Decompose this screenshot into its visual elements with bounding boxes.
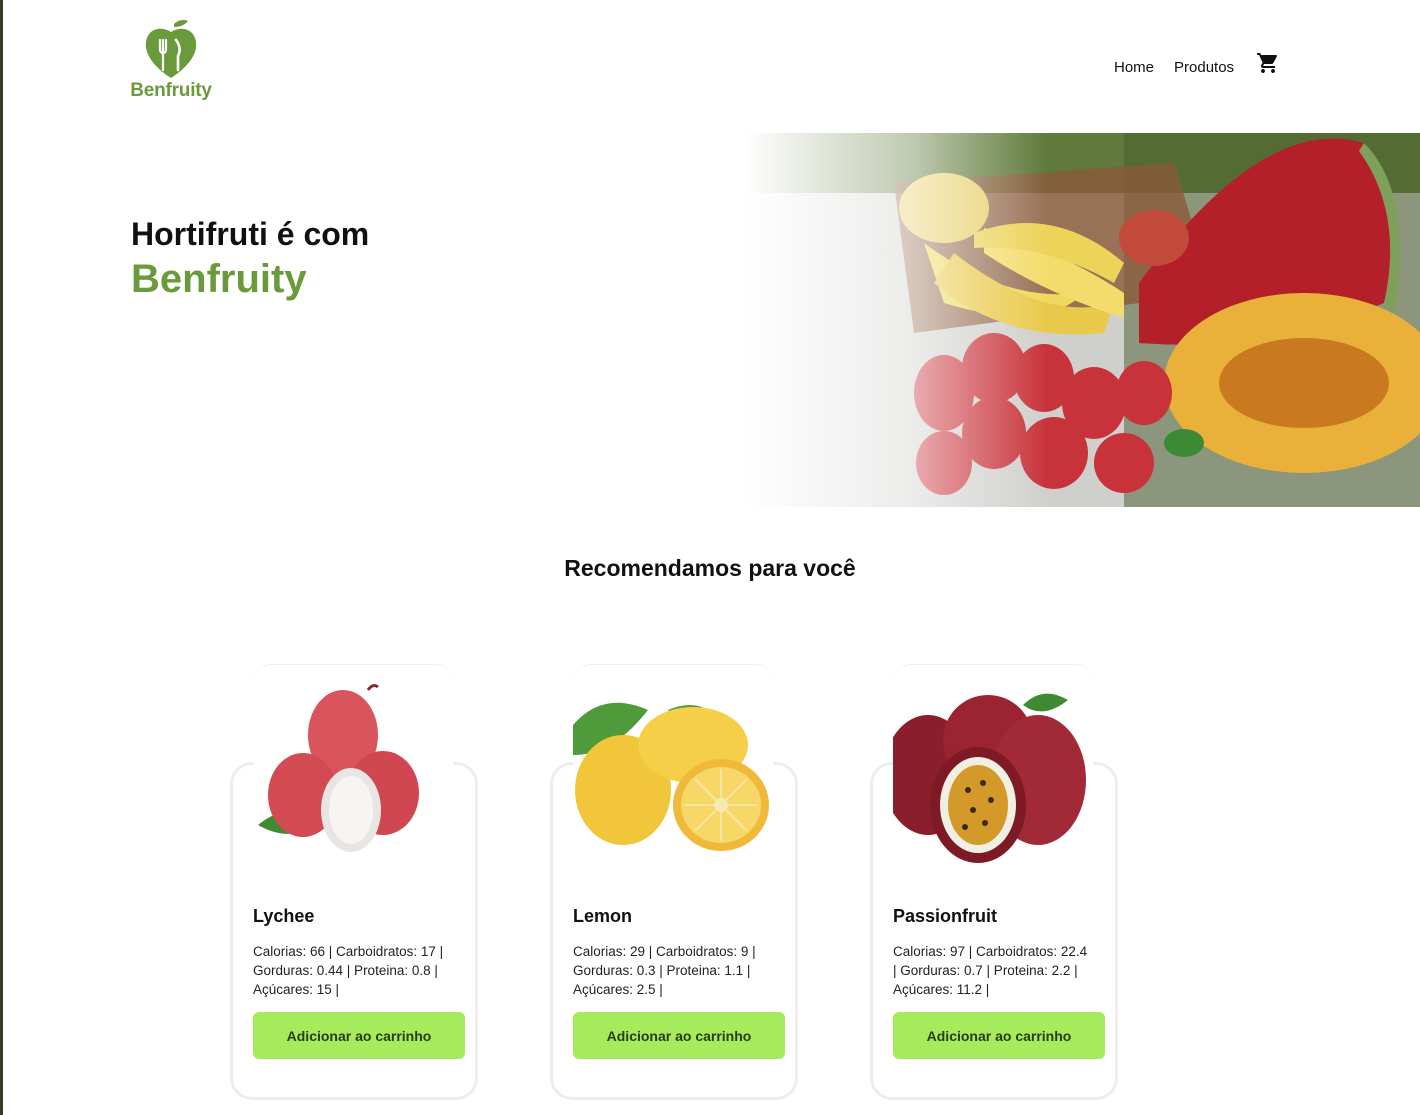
add-to-cart-button[interactable]: Adicionar ao carrinho bbox=[893, 1012, 1105, 1059]
product-image-lychee bbox=[253, 664, 453, 884]
brand-name: Benfruity bbox=[130, 80, 212, 101]
nav-products-link[interactable]: Produtos bbox=[1174, 50, 1234, 86]
product-name: Lychee bbox=[253, 906, 315, 926]
brand-logo[interactable]: Benfruity bbox=[130, 18, 212, 108]
nav-home-link[interactable]: Home bbox=[1114, 50, 1154, 86]
product-nutrition: Calorias: 66 | Carboidratos: 17 | Gordur… bbox=[253, 944, 444, 997]
main-nav: Home Produtos bbox=[1114, 50, 1280, 86]
section-title: Recomendamos para você bbox=[564, 555, 856, 581]
hero-heading: Hortifruti é com Benfruity bbox=[131, 216, 369, 302]
product-name: Passionfruit bbox=[893, 906, 998, 926]
add-to-cart-button[interactable]: Adicionar ao carrinho bbox=[573, 1012, 785, 1059]
add-to-cart-button[interactable]: Adicionar ao carrinho bbox=[253, 1012, 465, 1059]
product-image-lemon bbox=[573, 664, 773, 884]
product-nutrition: Calorias: 97 | Carboidratos: 22.4 | Gord… bbox=[893, 944, 1088, 997]
hero-line2: Benfruity bbox=[131, 257, 307, 301]
product-image-passionfruit bbox=[893, 664, 1093, 884]
product-name: Lemon bbox=[573, 906, 633, 926]
shopping-cart-icon[interactable] bbox=[1256, 51, 1280, 75]
product-nutrition: Calorias: 29 | Carboidratos: 9 | Gordura… bbox=[573, 944, 756, 997]
hero-fruit-image bbox=[744, 133, 1420, 507]
hero-line1: Hortifruti é com bbox=[131, 216, 370, 252]
apple-logo-icon bbox=[145, 20, 197, 78]
